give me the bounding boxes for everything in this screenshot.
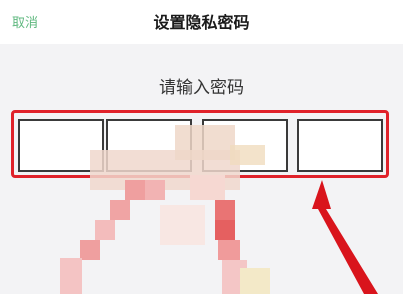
pointer-arrow-icon [312,180,378,294]
